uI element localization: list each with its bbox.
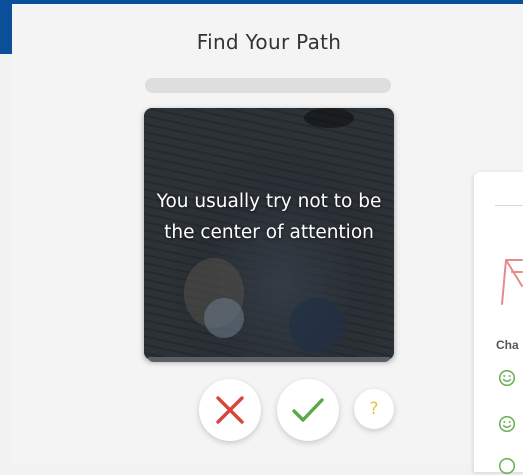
smile-icon bbox=[498, 415, 516, 433]
disagree-button[interactable] bbox=[199, 379, 261, 441]
help-label: ? bbox=[369, 399, 379, 419]
question-statement: You usually try not to be the center of … bbox=[156, 191, 382, 243]
side-panel-heading: Cha bbox=[496, 338, 519, 352]
question-card[interactable]: You usually try not to be the center of … bbox=[144, 108, 394, 360]
path-illustration-icon bbox=[501, 259, 523, 305]
close-icon bbox=[216, 396, 244, 424]
help-button[interactable]: ? bbox=[354, 389, 394, 429]
side-panel-divider bbox=[495, 205, 523, 206]
page-title: Find Your Path bbox=[196, 30, 342, 54]
check-icon bbox=[292, 398, 324, 422]
smile-icon bbox=[498, 457, 516, 475]
next-card-edge bbox=[148, 357, 390, 362]
left-nav-strip bbox=[0, 0, 12, 54]
smile-icon bbox=[498, 369, 516, 387]
quiz-progress-bar bbox=[145, 78, 391, 93]
agree-button[interactable] bbox=[277, 379, 339, 441]
